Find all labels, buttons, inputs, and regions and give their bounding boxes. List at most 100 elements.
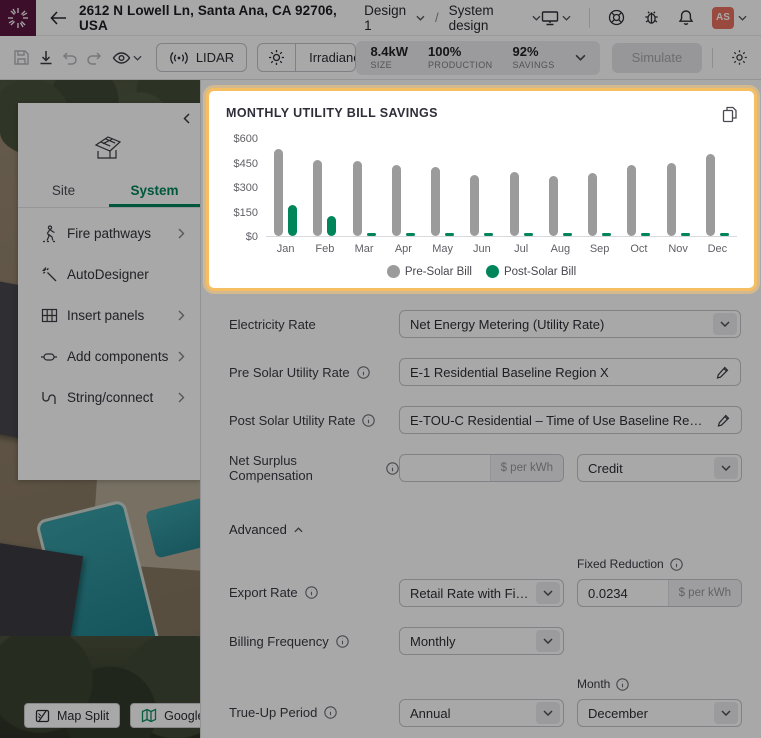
monitor-icon: [541, 10, 559, 26]
x-tick-label: Aug: [541, 237, 580, 255]
info-icon[interactable]: [670, 558, 683, 571]
download-icon: [38, 49, 54, 66]
bar: [288, 205, 297, 236]
sidebar-item-string-connect[interactable]: String/connect: [18, 377, 200, 418]
x-tick-label: Feb: [305, 237, 344, 255]
sidebar-item-autodesigner[interactable]: AutoDesigner: [18, 254, 200, 295]
component-icon: [39, 351, 59, 363]
billing-frequency-select[interactable]: Monthly: [399, 627, 564, 655]
info-icon[interactable]: [336, 635, 349, 648]
bar: [706, 154, 715, 236]
solar-house-icon: [18, 133, 200, 163]
chevron-down-icon: [536, 630, 560, 652]
collapse-panel-button[interactable]: [183, 113, 190, 124]
chart-month-col: [502, 139, 541, 236]
settings-button[interactable]: [727, 43, 751, 73]
sun-icon: [268, 49, 285, 66]
present-mode-button[interactable]: [541, 10, 571, 26]
pencil-icon[interactable]: [717, 413, 731, 427]
form-row-electricity-rate: Electricity Rate Net Energy Metering (Ut…: [229, 310, 741, 338]
field-label: Pre Solar Utility Rate: [229, 365, 399, 380]
field-label: Electricity Rate: [229, 317, 399, 332]
form-row-true-up: True-Up Period Annual: [229, 677, 741, 727]
undo-icon: [61, 50, 79, 65]
sun-icon-segment[interactable]: [258, 44, 295, 71]
electricity-rate-select[interactable]: Net Energy Metering (Utility Rate): [399, 310, 741, 338]
info-icon[interactable]: [324, 706, 337, 719]
bar: [588, 173, 597, 236]
chevron-down-icon: [133, 55, 142, 61]
form-row-billing-frequency: Billing Frequency Monthly: [229, 627, 741, 655]
advanced-toggle[interactable]: Advanced: [229, 522, 303, 537]
chevron-up-icon: [294, 527, 303, 533]
chart-y-axis: $600$450$300$150$0: [226, 139, 266, 237]
design-menu[interactable]: Design 1: [364, 3, 425, 33]
bar: [431, 167, 440, 236]
sidebar-item-fire-pathways[interactable]: Fire pathways: [18, 213, 200, 254]
sidebar-item-insert-panels[interactable]: Insert panels: [18, 295, 200, 336]
stats-expand-button[interactable]: [575, 54, 586, 61]
avatar: AS: [712, 7, 734, 29]
net-surplus-input[interactable]: [400, 455, 490, 481]
bar-chart: $600$450$300$150$0 JanFebMarAprMayJunJul…: [226, 139, 737, 255]
app-logo[interactable]: [0, 0, 36, 36]
irradiance-button[interactable]: Irradiance: [257, 43, 356, 72]
true-up-period-select[interactable]: Annual: [399, 699, 564, 727]
copy-icon: [722, 106, 737, 123]
chart-legend: Pre-Solar BillPost-Solar Bill: [226, 265, 737, 280]
chart-month-col: [698, 139, 737, 236]
unit-suffix: $ per kWh: [668, 580, 741, 606]
x-tick-label: May: [423, 237, 462, 255]
info-icon[interactable]: [616, 678, 629, 691]
sidebar-item-add-components[interactable]: Add components: [18, 336, 200, 377]
pencil-icon[interactable]: [716, 365, 730, 379]
chart-month-col: [619, 139, 658, 236]
chevron-down-icon: [738, 15, 747, 21]
redo-button[interactable]: [82, 43, 106, 73]
info-icon[interactable]: [305, 586, 318, 599]
bar: [367, 233, 376, 237]
y-tick-label: $450: [234, 158, 258, 170]
true-up-month-select[interactable]: December: [577, 699, 742, 727]
download-button[interactable]: [34, 43, 58, 73]
stat-savings: 92% SAVINGS: [513, 45, 555, 70]
x-tick-label: Oct: [619, 237, 658, 255]
topbar-actions: AS: [541, 7, 761, 29]
tab-system[interactable]: System: [109, 175, 200, 207]
bar: [602, 233, 611, 237]
lidar-button[interactable]: LIDAR: [156, 43, 247, 72]
post-solar-rate-field[interactable]: E-TOU-C Residential – Time of Use Baseli…: [399, 406, 742, 434]
chevron-down-icon: [536, 582, 560, 604]
map-split-button[interactable]: Map Split: [24, 703, 120, 728]
field-label: True-Up Period: [229, 705, 399, 727]
x-tick-label: Nov: [659, 237, 698, 255]
fixed-reduction-input[interactable]: [578, 580, 668, 606]
save-button[interactable]: [10, 43, 34, 73]
billing-panel: MONTHLY UTILITY BILL SAVINGS $600$450$30…: [200, 80, 761, 738]
form-row-pre-solar-rate: Pre Solar Utility Rate E-1 Residential B…: [229, 358, 741, 386]
back-arrow-icon: [50, 11, 67, 25]
bug-report-button[interactable]: [643, 9, 660, 26]
mode-menu[interactable]: System design: [449, 3, 541, 33]
utility-bill-form: Electricity Rate Net Energy Metering (Ut…: [201, 310, 761, 727]
info-icon[interactable]: [386, 462, 399, 475]
visibility-menu[interactable]: [112, 51, 142, 65]
tab-site[interactable]: Site: [18, 175, 109, 207]
net-surplus-mode-select[interactable]: Credit: [577, 454, 742, 482]
simulate-button[interactable]: Simulate: [612, 43, 703, 73]
bar: [681, 233, 690, 237]
undo-button[interactable]: [58, 43, 82, 73]
main-area: Map Split Google Maps Site System: [0, 80, 761, 738]
notifications-button[interactable]: [678, 9, 694, 26]
chevron-down-icon: [714, 702, 738, 724]
account-menu[interactable]: AS: [712, 7, 747, 29]
info-icon[interactable]: [362, 414, 375, 427]
back-button[interactable]: [50, 11, 67, 25]
copy-chart-button[interactable]: [722, 106, 737, 123]
info-icon[interactable]: [357, 366, 370, 379]
chevron-right-icon: [178, 310, 185, 321]
pre-solar-rate-field[interactable]: E-1 Residential Baseline Region X: [399, 358, 741, 386]
help-button[interactable]: [608, 9, 625, 26]
chevron-down-icon: [536, 702, 560, 724]
export-rate-select[interactable]: Retail Rate with Fixed Re…: [399, 579, 564, 607]
